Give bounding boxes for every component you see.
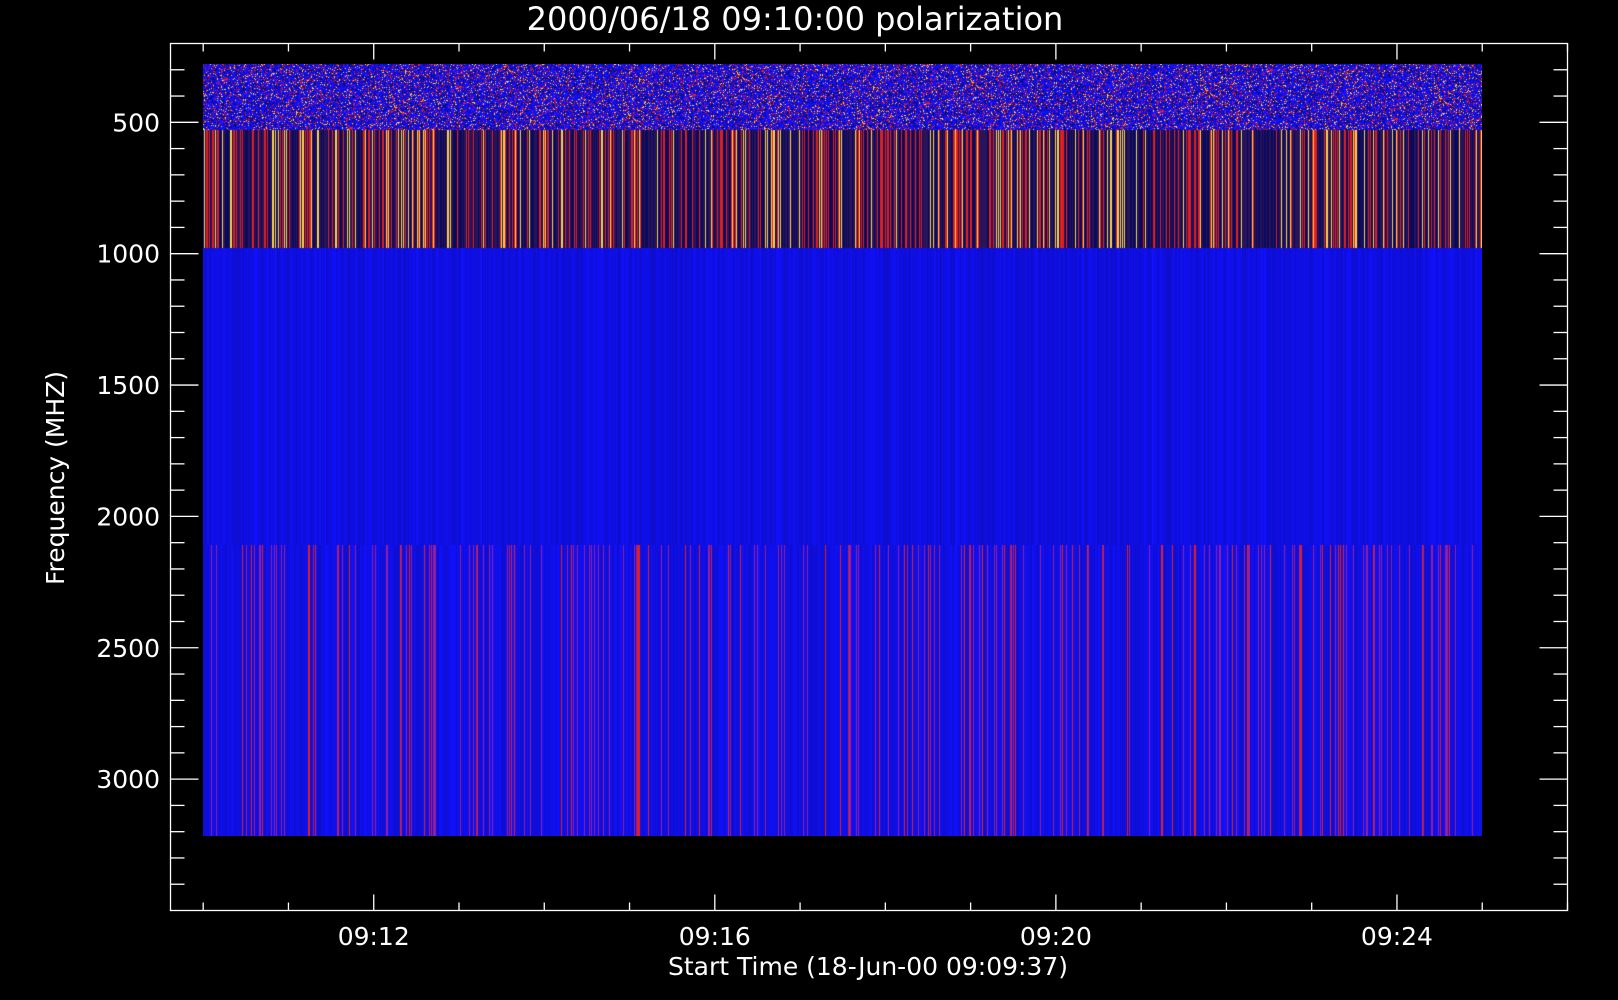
y-tick-label: 2500 bbox=[96, 634, 160, 663]
y-tick-label: 1000 bbox=[96, 240, 160, 269]
x-tick-label: 09:16 bbox=[679, 922, 751, 951]
y-tick-label: 3000 bbox=[96, 765, 160, 794]
x-axis: 09:12 09:16 09:20 09:24 bbox=[202, 43, 1569, 951]
y-axis: 500 1000 1500 2000 2500 3000 bbox=[96, 69, 1568, 885]
y-tick-label: 1500 bbox=[96, 371, 160, 400]
x-tick-label: 09:24 bbox=[1361, 922, 1433, 951]
chart-axes: 2000/06/18 09:10:00 polarization 09:12 09… bbox=[41, 0, 1569, 981]
y-tick-label: 2000 bbox=[96, 502, 160, 531]
x-tick-label: 09:20 bbox=[1020, 922, 1092, 951]
spectrogram-figure: 2000/06/18 09:10:00 polarization 09:12 09… bbox=[0, 0, 1618, 1000]
y-axis-label: Frequency (MHZ) bbox=[41, 371, 70, 585]
x-tick-label: 09:12 bbox=[338, 922, 410, 951]
plot-frame bbox=[169, 42, 1569, 912]
y-tick-label: 500 bbox=[112, 108, 160, 137]
x-axis-label: Start Time (18-Jun-00 09:09:37) bbox=[668, 952, 1068, 981]
chart-title: 2000/06/18 09:10:00 polarization bbox=[527, 0, 1064, 38]
